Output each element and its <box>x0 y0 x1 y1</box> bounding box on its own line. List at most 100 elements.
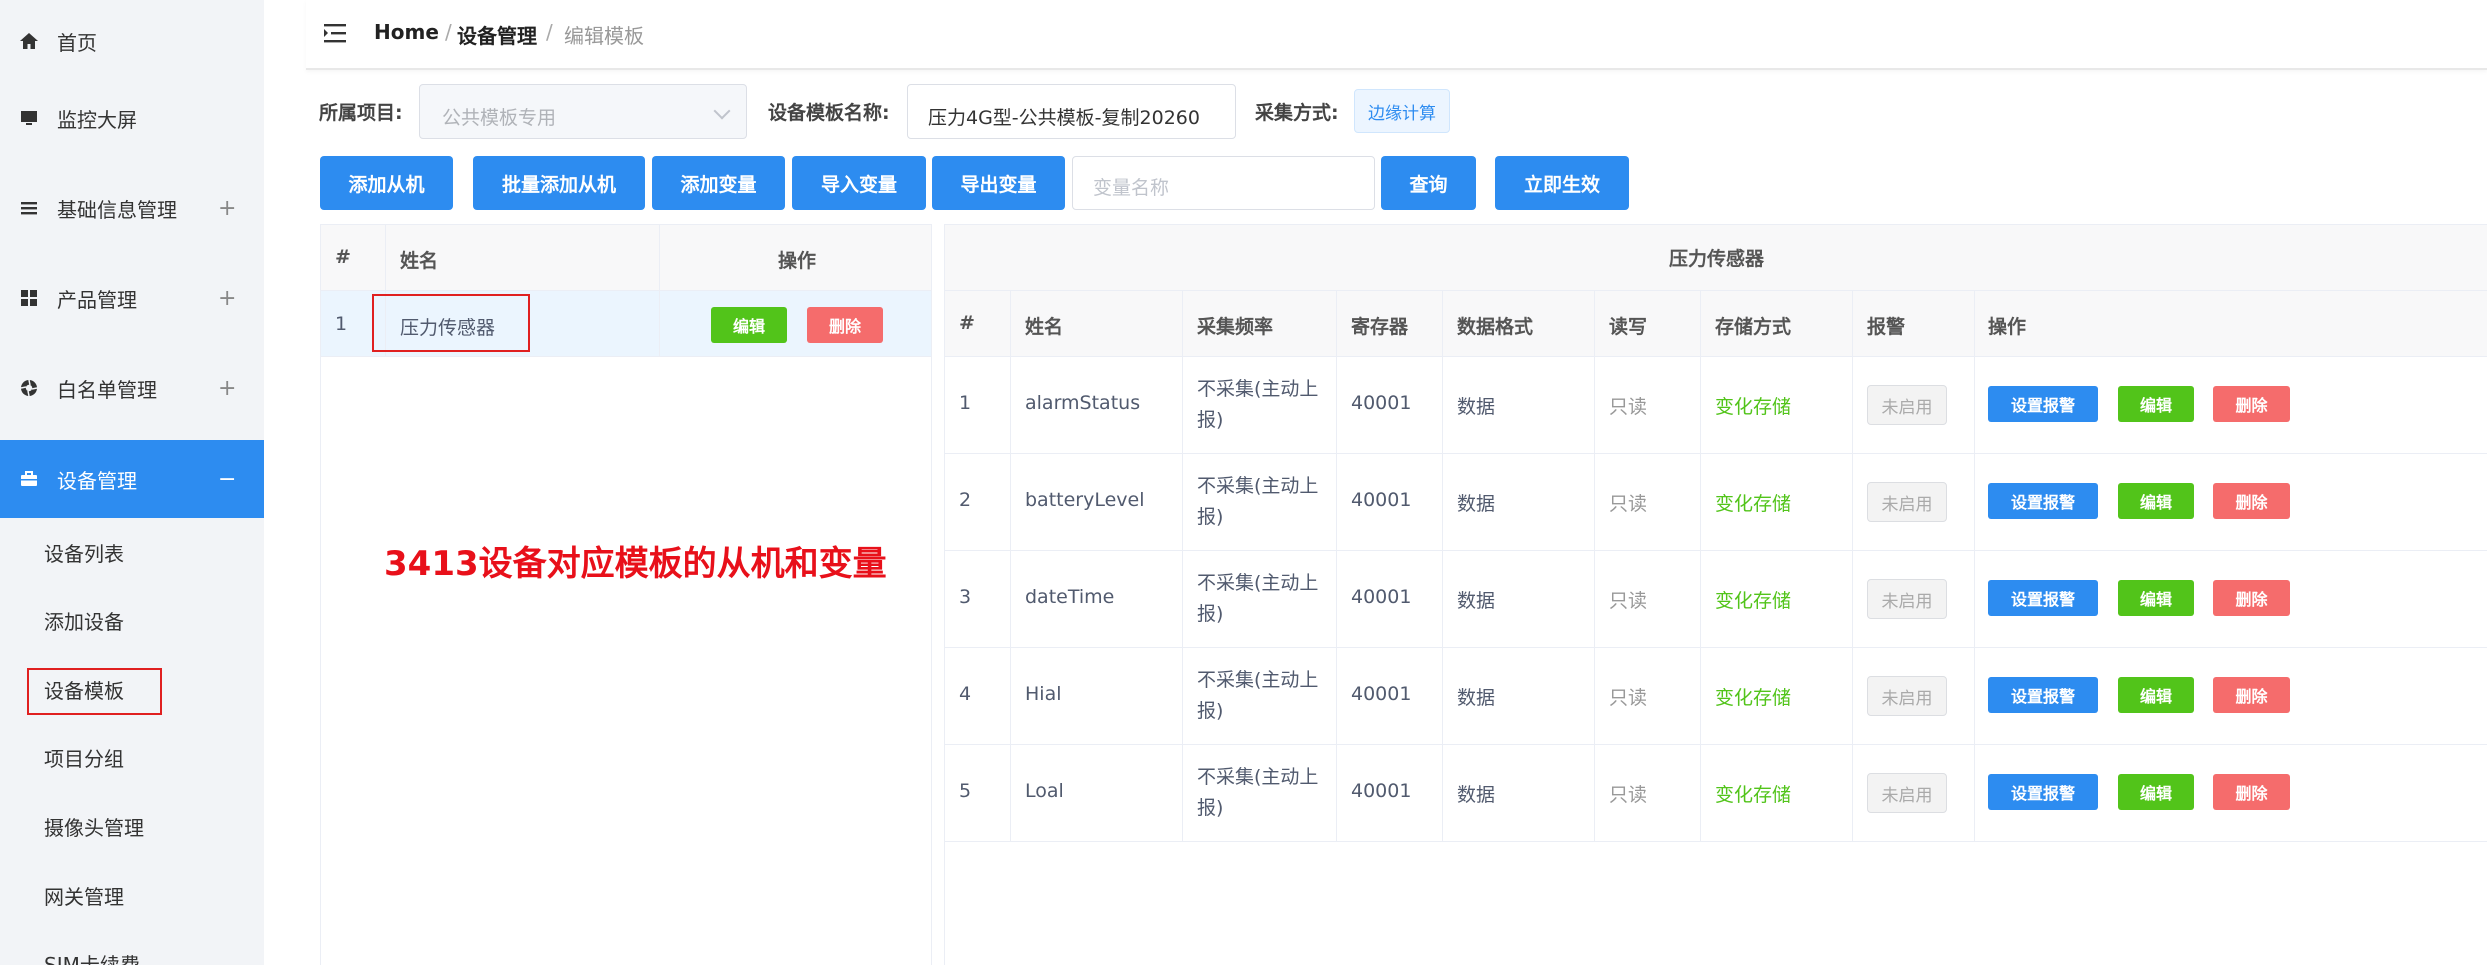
variable-storage: 变化存储 <box>1715 493 1792 515</box>
breadcrumb-current: 编辑模板 <box>564 24 644 48</box>
edit-button[interactable]: 编辑 <box>2118 580 2194 616</box>
edit-button[interactable]: 编辑 <box>2118 774 2194 810</box>
sidebar-subitem-label: 添加设备 <box>44 609 124 634</box>
column-header-ops: 操作 <box>1988 316 2027 338</box>
variable-format: 数据 <box>1457 396 1496 418</box>
briefcase-icon <box>18 468 40 490</box>
column-divider <box>1442 291 1443 842</box>
highlight-box <box>27 668 162 715</box>
variable-rw: 只读 <box>1609 590 1648 612</box>
sidebar-subitem-gateway[interactable]: 网关管理 <box>0 861 264 929</box>
table-row[interactable]: 3 dateTime 不采集(主动上报) 40001 数据 只读 变化存储 未启… <box>945 551 2487 648</box>
set-alarm-button[interactable]: 设置报警 <box>1988 386 2098 422</box>
delete-button[interactable]: 删除 <box>2213 580 2290 616</box>
set-alarm-button[interactable]: 设置报警 <box>1988 483 2098 519</box>
top-header: Home / 设备管理 / 编辑模板 <box>306 0 2487 70</box>
variable-register: 40001 <box>1351 586 1412 608</box>
variable-table-title: 压力传感器 <box>945 225 2487 291</box>
table-row[interactable]: 5 Loal 不采集(主动上报) 40001 数据 只读 变化存储 未启用 设置… <box>945 745 2487 842</box>
sidebar-item-monitor[interactable]: 监控大屏 <box>0 79 264 157</box>
delete-button[interactable]: 删除 <box>2213 774 2290 810</box>
sidebar-subitem-sim[interactable]: SIM卡续费 <box>0 929 264 965</box>
edit-button[interactable]: 编辑 <box>711 307 787 343</box>
row-index: 5 <box>959 780 972 802</box>
edit-button[interactable]: 编辑 <box>2118 386 2194 422</box>
breadcrumb-separator: / <box>546 20 553 44</box>
export-variable-button[interactable]: 导出变量 <box>932 156 1065 210</box>
variable-frequency: 不采集(主动上报) <box>1197 669 1319 722</box>
column-header-rw: 读写 <box>1609 316 1648 338</box>
sidebar-subitem-add-device[interactable]: 添加设备 <box>0 586 264 654</box>
delete-button[interactable]: 删除 <box>807 307 883 343</box>
alarm-status-tag: 未启用 <box>1867 773 1947 813</box>
expand-icon[interactable]: + <box>218 196 236 221</box>
alarm-status-tag: 未启用 <box>1867 482 1947 522</box>
collect-method-tag: 边缘计算 <box>1354 89 1450 133</box>
edit-button[interactable]: 编辑 <box>2118 677 2194 713</box>
variable-table-header: # 姓名 采集频率 寄存器 数据格式 读写 存储方式 报警 操作 <box>945 291 2487 357</box>
sidebar-item-whitelist[interactable]: 白名单管理 + <box>0 349 264 427</box>
table-row[interactable]: 2 batteryLevel 不采集(主动上报) 40001 数据 只读 变化存… <box>945 454 2487 551</box>
sidebar-item-label: 产品管理 <box>57 287 137 312</box>
annotation-text: 3413设备对应模板的从机和变量 <box>384 544 887 584</box>
sidebar-subitem-label: 网关管理 <box>44 884 124 909</box>
sidebar: 首页 监控大屏 基础信息管理 + 产品管理 + 白名单管理 + 设备管理 − 设… <box>0 0 264 965</box>
row-index: 2 <box>959 489 972 511</box>
variable-frequency: 不采集(主动上报) <box>1197 766 1319 819</box>
sidebar-subitem-camera[interactable]: 摄像头管理 <box>0 792 264 860</box>
table-row[interactable]: 4 Hial 不采集(主动上报) 40001 数据 只读 变化存储 未启用 设置… <box>945 648 2487 745</box>
column-divider <box>659 225 660 357</box>
apply-now-button[interactable]: 立即生效 <box>1495 156 1629 210</box>
delete-button[interactable]: 删除 <box>2213 386 2290 422</box>
query-button[interactable]: 查询 <box>1381 156 1476 210</box>
variable-name: Hial <box>1025 683 1062 705</box>
set-alarm-button[interactable]: 设置报警 <box>1988 580 2098 616</box>
table-row[interactable]: 1 alarmStatus 不采集(主动上报) 40001 数据 只读 变化存储… <box>945 357 2487 454</box>
sidebar-item-label: 首页 <box>57 30 97 55</box>
variable-frequency: 不采集(主动上报) <box>1197 572 1319 625</box>
sidebar-subitem-device-list[interactable]: 设备列表 <box>0 518 264 586</box>
row-index: 3 <box>959 586 972 608</box>
variable-register: 40001 <box>1351 780 1412 802</box>
delete-button[interactable]: 删除 <box>2213 677 2290 713</box>
column-header-storage: 存储方式 <box>1715 316 1792 338</box>
variable-storage: 变化存储 <box>1715 590 1792 612</box>
collapse-icon[interactable]: − <box>218 467 236 492</box>
sidebar-subitem-project-group[interactable]: 项目分组 <box>0 723 264 791</box>
expand-icon[interactable]: + <box>218 286 236 311</box>
variable-search-input[interactable]: 变量名称 <box>1072 156 1375 210</box>
set-alarm-button[interactable]: 设置报警 <box>1988 774 2098 810</box>
sidebar-item-product[interactable]: 产品管理 + <box>0 259 264 337</box>
variable-format: 数据 <box>1457 590 1496 612</box>
variable-name: alarmStatus <box>1025 392 1141 414</box>
delete-button[interactable]: 删除 <box>2213 483 2290 519</box>
alarm-status-tag: 未启用 <box>1867 579 1947 619</box>
variable-rw: 只读 <box>1609 784 1648 806</box>
row-index: 1 <box>959 392 972 414</box>
sidebar-item-label: 白名单管理 <box>57 377 157 402</box>
sidebar-item-device-management[interactable]: 设备管理 − <box>0 440 264 518</box>
column-divider <box>1182 291 1183 842</box>
add-variable-button[interactable]: 添加变量 <box>652 156 785 210</box>
template-name-label: 设备模板名称: <box>768 102 890 124</box>
set-alarm-button[interactable]: 设置报警 <box>1988 677 2098 713</box>
breadcrumb-home[interactable]: Home <box>374 20 439 44</box>
app-root: 首页 监控大屏 基础信息管理 + 产品管理 + 白名单管理 + 设备管理 − 设… <box>0 0 2487 965</box>
batch-add-slave-button[interactable]: 批量添加从机 <box>473 156 645 210</box>
variable-name: Loal <box>1025 780 1064 802</box>
column-divider <box>1336 291 1337 842</box>
import-variable-button[interactable]: 导入变量 <box>792 156 926 210</box>
project-select[interactable]: 公共模板专用 <box>419 84 747 139</box>
sidebar-item-home[interactable]: 首页 <box>0 2 264 80</box>
add-slave-button[interactable]: 添加从机 <box>320 156 453 210</box>
breadcrumb-section[interactable]: 设备管理 <box>457 20 537 49</box>
column-header-frequency: 采集频率 <box>1197 316 1274 338</box>
edit-button[interactable]: 编辑 <box>2118 483 2194 519</box>
sidebar-item-basic-info[interactable]: 基础信息管理 + <box>0 169 264 247</box>
column-header-name: 姓名 <box>1025 316 1064 338</box>
menu-toggle-icon[interactable] <box>324 22 348 44</box>
column-header-ops: 操作 <box>778 250 817 272</box>
column-header-alarm: 报警 <box>1867 316 1906 338</box>
template-name-input[interactable]: 压力4G型-公共模板-复制20260 <box>907 84 1236 139</box>
expand-icon[interactable]: + <box>218 376 236 401</box>
